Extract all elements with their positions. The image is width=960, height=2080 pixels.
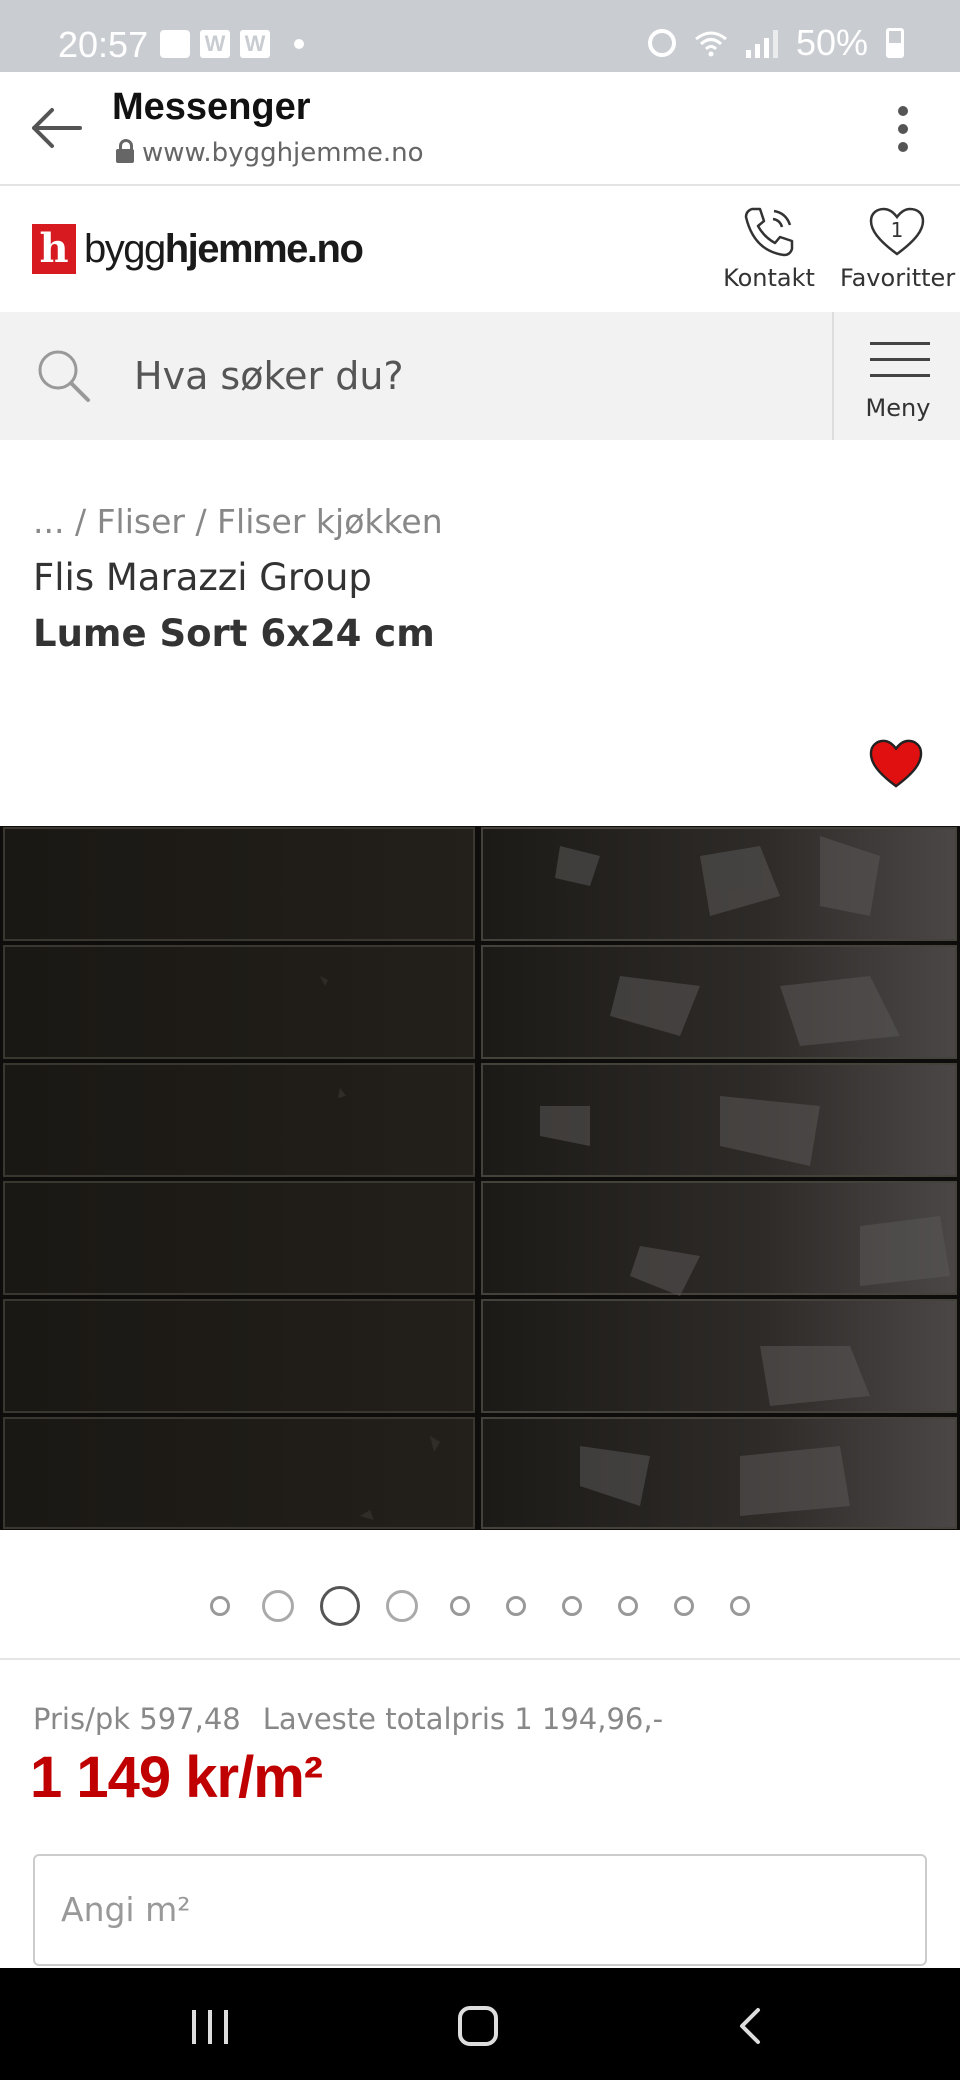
more-notifications-dot-icon: [294, 39, 304, 49]
browser-url: www.bygghjemme.no: [116, 138, 424, 168]
recent-apps-icon[interactable]: [192, 2010, 228, 2044]
menu-button[interactable]: Meny: [832, 312, 960, 440]
w-app-icon-2: W: [240, 30, 270, 58]
carousel-dot[interactable]: [262, 1590, 294, 1622]
battery-icon: [886, 28, 904, 58]
status-time: 20:57: [58, 24, 149, 65]
in-app-browser-bar: Messenger www.bygghjemme.no: [0, 72, 960, 186]
signal-icon: [745, 28, 778, 58]
carousel-dot[interactable]: [386, 1590, 418, 1622]
product-name: Lume Sort 6x24 cm: [33, 612, 435, 655]
carousel-indicators: [0, 1586, 960, 1626]
system-navigation-bar: [0, 1968, 960, 2080]
divider: [0, 1658, 960, 1660]
alarm-icon: [647, 29, 676, 57]
status-bar: 20:57 W W 50%: [0, 0, 960, 72]
price-details: Pris/pk 597,48 Laveste totalpris 1 194,96…: [33, 1702, 663, 1736]
site-header: h bygghjemme.no Kontakt 1 Favoritter: [0, 186, 960, 310]
contact-button[interactable]: Kontakt: [722, 200, 816, 292]
favorites-button[interactable]: 1 Favoritter: [840, 200, 956, 292]
search-bar[interactable]: Hva søker du?: [0, 312, 832, 440]
logo-wordmark-bold: hjemme.no: [164, 226, 364, 271]
logo-wordmark: bygghjemme.no: [84, 226, 364, 272]
url-text: www.bygghjemme.no: [142, 138, 424, 168]
carousel-dot[interactable]: [562, 1596, 582, 1616]
status-notification-icons: W W: [160, 30, 304, 58]
main-price: 1 149 kr/m²: [30, 1745, 323, 1810]
back-arrow-icon[interactable]: [30, 106, 82, 150]
search-input[interactable]: Hva søker du?: [134, 354, 404, 398]
contact-label: Kontakt: [723, 264, 815, 292]
hamburger-icon: [870, 342, 930, 390]
lowest-total-price: Laveste totalpris 1 194,96,-: [262, 1702, 664, 1736]
more-options-icon[interactable]: [898, 106, 910, 152]
quantity-input[interactable]: Angi m²: [33, 1854, 927, 1966]
carousel-dot[interactable]: [618, 1596, 638, 1616]
favorite-heart-icon[interactable]: [868, 738, 924, 790]
menu-label: Meny: [865, 394, 931, 422]
carousel-dot[interactable]: [730, 1596, 750, 1616]
site-logo[interactable]: h bygghjemme.no: [32, 224, 364, 274]
product-image[interactable]: [0, 826, 960, 1530]
browser-title: Messenger: [112, 86, 311, 128]
home-icon[interactable]: [458, 2006, 498, 2046]
gallery-icon: [160, 30, 190, 58]
logo-mark: h: [32, 224, 76, 274]
status-system-icons: 50%: [647, 22, 904, 64]
logo-wordmark-light: bygg: [84, 226, 166, 271]
tile-image: [0, 826, 960, 1530]
favorites-label: Favoritter: [840, 264, 956, 292]
price-per-pack: Pris/pk 597,48: [33, 1702, 241, 1736]
system-back-icon[interactable]: [732, 2006, 772, 2046]
carousel-dot[interactable]: [450, 1596, 470, 1616]
lock-icon: [116, 139, 134, 163]
quantity-placeholder: Angi m²: [61, 1890, 191, 1929]
carousel-dot[interactable]: [320, 1586, 360, 1626]
carousel-dot[interactable]: [210, 1596, 230, 1616]
battery-percent: 50%: [795, 22, 868, 63]
breadcrumb[interactable]: ... / Fliser / Fliser kjøkken: [33, 502, 443, 541]
phone-icon: [744, 207, 794, 257]
carousel-dot[interactable]: [674, 1596, 694, 1616]
product-brand: Flis Marazzi Group: [33, 556, 372, 599]
carousel-dot[interactable]: [506, 1596, 526, 1616]
search-icon: [38, 350, 90, 402]
wifi-icon: [695, 31, 727, 57]
w-app-icon: W: [200, 30, 230, 58]
favorites-count-badge: 1: [890, 218, 904, 242]
